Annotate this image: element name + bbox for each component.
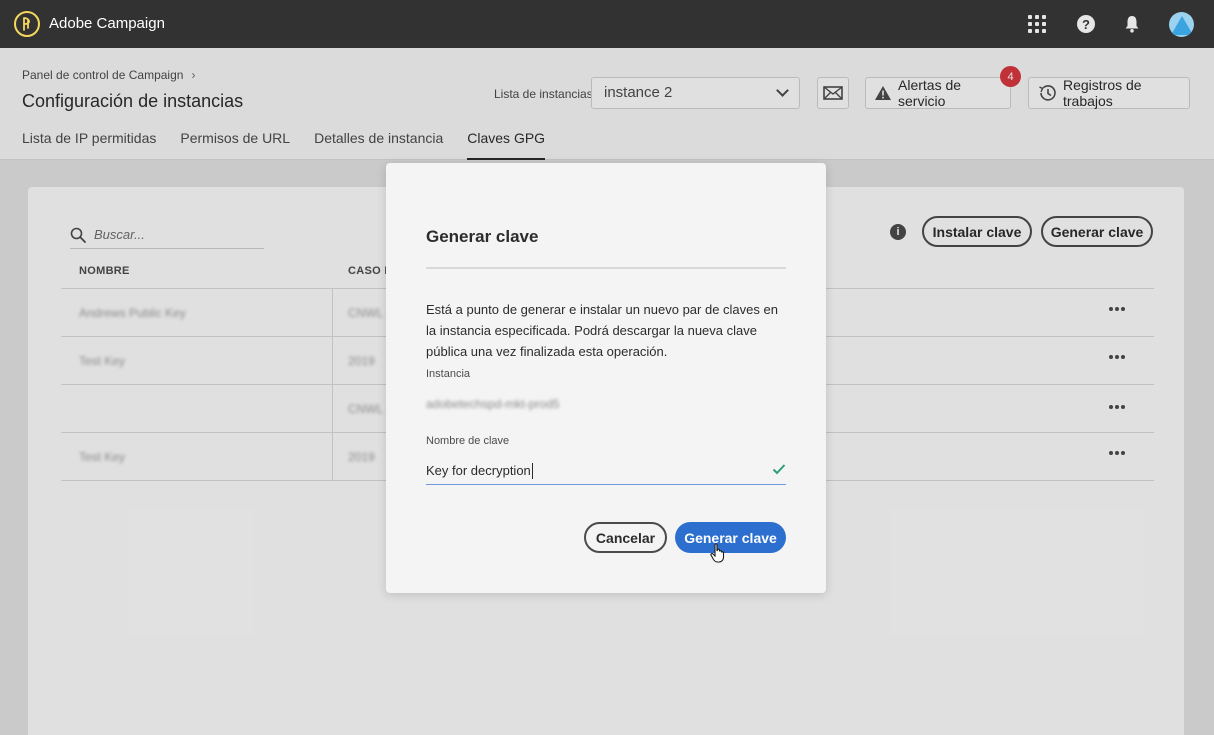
top-bar: Adobe Campaign ?: [0, 0, 1214, 48]
cancel-button[interactable]: Cancelar: [584, 522, 667, 553]
instance-label: Instancia: [426, 368, 471, 380]
dialog-title: Generar clave: [426, 227, 539, 246]
adobe-campaign-logo-icon[interactable]: [14, 11, 40, 37]
key-name-label: Nombre de clave: [426, 435, 510, 447]
text-cursor: [531, 462, 533, 479]
key-name-input[interactable]: Key for decryption: [426, 457, 786, 485]
dialog-divider: [426, 267, 786, 269]
user-avatar[interactable]: [1169, 12, 1194, 37]
bell-icon[interactable]: [1122, 14, 1142, 34]
dialog-message: Está a punto de generar e instalar un nu…: [426, 302, 778, 359]
checkmark-icon: [772, 463, 786, 475]
confirm-generate-key-button[interactable]: Generar clave: [675, 522, 786, 553]
app-title: Adobe Campaign: [49, 15, 165, 32]
key-name-value: Key for decryption: [426, 463, 531, 478]
instance-value: adobetechspd-mkt-prod5: [426, 397, 560, 411]
apps-grid-icon[interactable]: [1028, 15, 1046, 33]
help-icon[interactable]: ?: [1076, 14, 1096, 34]
hand-pointer-icon: [710, 543, 726, 568]
generate-key-dialog: Generar clave Está a punto de generar e …: [386, 163, 826, 593]
